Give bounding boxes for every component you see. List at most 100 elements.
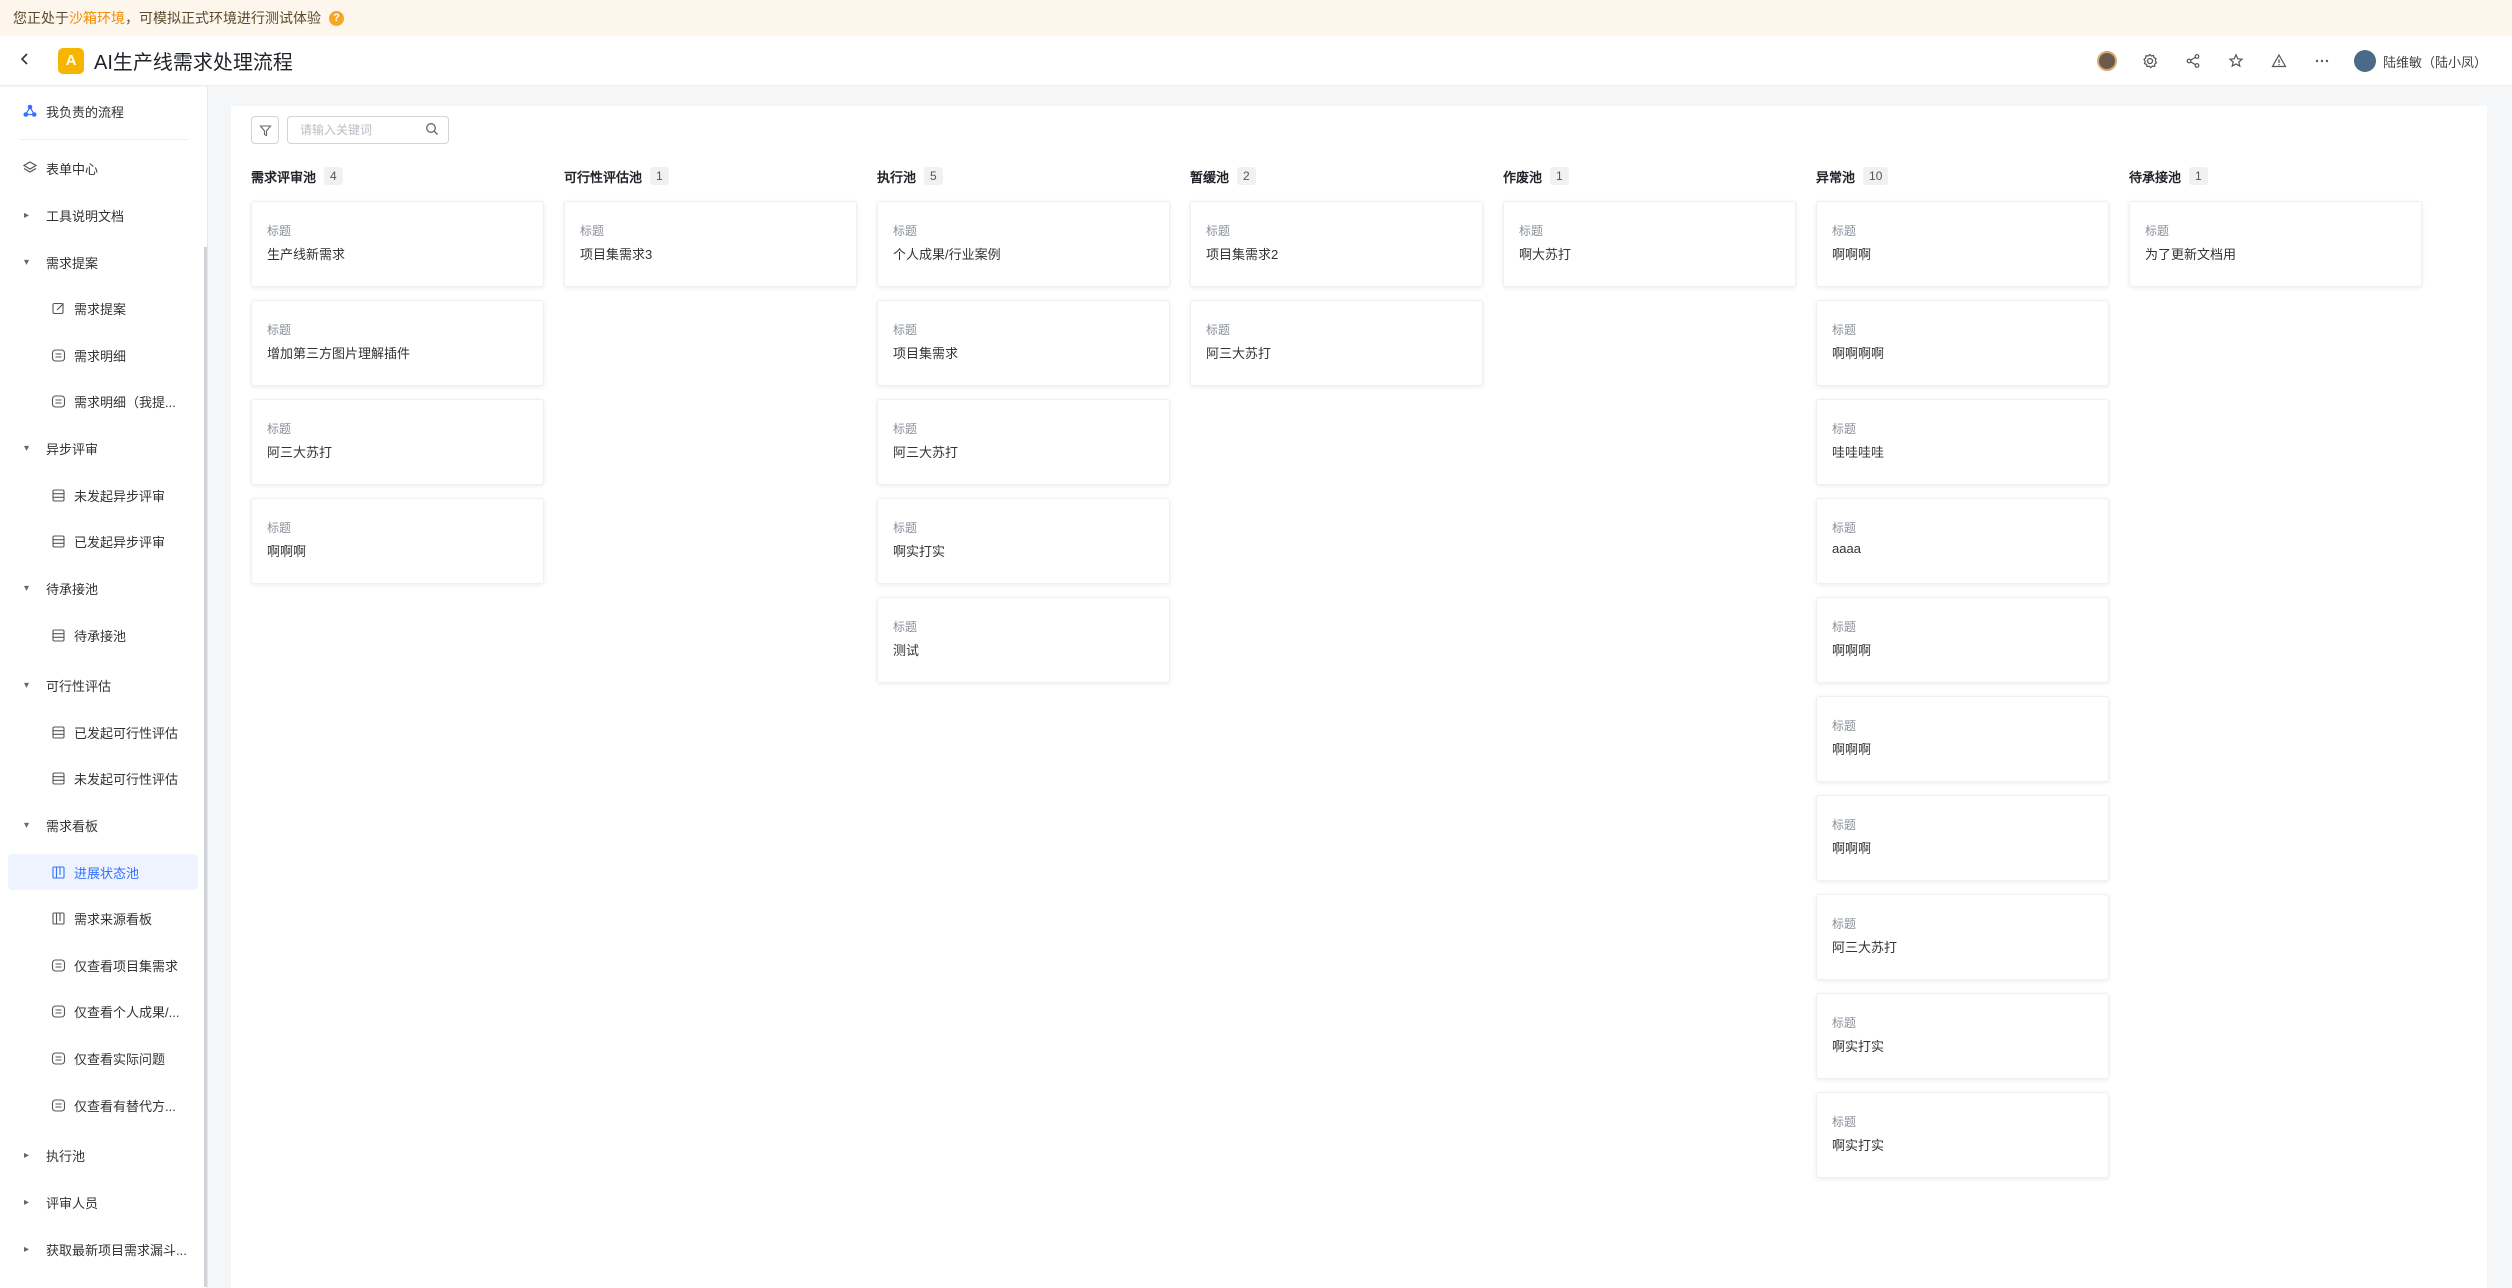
avatar-icon[interactable] — [2086, 51, 2129, 71]
gear-icon[interactable] — [2129, 53, 2172, 69]
caret-right-icon[interactable]: ▸ — [24, 1244, 36, 1255]
kanban-card[interactable]: 标题 项目集需求 — [877, 300, 1170, 386]
card-field-label: 标题 — [580, 224, 605, 238]
sidebar-group-item[interactable]: ▾ 异步评审 — [0, 430, 207, 466]
column-count-badge: 1 — [650, 167, 669, 185]
kanban-card[interactable]: 标题 aaaa — [1816, 498, 2109, 584]
sidebar-item[interactable]: 需求来源看板 — [0, 900, 207, 936]
kanban-card[interactable]: 标题 啊实打实 — [1816, 993, 2109, 1079]
caret-right-icon[interactable]: ▸ — [24, 1197, 36, 1208]
kanban-card[interactable]: 标题 项目集需求3 — [564, 201, 857, 287]
sidebar-item[interactable]: 需求明细（我提... — [0, 383, 207, 419]
sidebar-item-label: 需求明细 — [74, 348, 127, 364]
sidebar-item-form-center[interactable]: 表单中心 — [0, 150, 207, 186]
kanban-card[interactable]: 标题 啊啊啊 — [251, 498, 544, 584]
caret-down-icon[interactable]: ▾ — [24, 680, 36, 691]
search-icon[interactable] — [425, 122, 439, 139]
kanban-card[interactable]: 标题 啊啊啊啊 — [1816, 300, 2109, 386]
column-count-badge: 1 — [2189, 167, 2208, 185]
sidebar-group-item[interactable]: ▾ 需求看板 — [0, 807, 207, 843]
caret-down-icon[interactable]: ▾ — [24, 257, 36, 268]
card-title: 增加第三方图片理解插件 — [267, 346, 411, 361]
sidebar-item[interactable]: 仅查看个人成果/... — [0, 993, 207, 1029]
caret-down-icon[interactable]: ▾ — [24, 583, 36, 594]
column-header: 需求评审池 4 — [251, 166, 543, 186]
sidebar-item-active[interactable]: 进展状态池 — [8, 854, 198, 890]
sidebar-scrollbar[interactable] — [204, 247, 207, 1287]
more-icon[interactable] — [2301, 53, 2344, 69]
card-field-label: 标题 — [1832, 620, 1857, 634]
sidebar-group-item[interactable]: ▾ 待承接池 — [0, 570, 207, 606]
sidebar-group-item[interactable]: ▾ 需求提案 — [0, 244, 207, 280]
sidebar-item[interactable]: 未发起异步评审 — [0, 477, 207, 513]
card-field-label: 标题 — [267, 521, 292, 535]
card-field-label: 标题 — [893, 224, 918, 238]
chevron-left-icon[interactable] — [18, 49, 48, 72]
sidebar-item[interactable]: 需求提案 — [0, 290, 207, 326]
sidebar-item-label: 仅查看项目集需求 — [74, 958, 179, 974]
share-icon[interactable] — [2172, 53, 2215, 69]
kanban-card[interactable]: 标题 啊啊啊 — [1816, 696, 2109, 782]
sidebar-item-label: 需求提案 — [74, 301, 127, 317]
kanban-card[interactable]: 标题 阿三大苏打 — [251, 399, 544, 485]
column-header: 待承接池 1 — [2129, 166, 2421, 186]
caret-right-icon[interactable]: ▸ — [24, 1150, 36, 1161]
star-icon[interactable] — [2215, 53, 2258, 69]
sidebar-item-label: 需求提案 — [46, 255, 99, 271]
sidebar-item-label: 进展状态池 — [74, 865, 140, 881]
sidebar-group-item[interactable]: ▾ 可行性评估 — [0, 667, 207, 703]
kanban-card[interactable]: 标题 啊啊啊 — [1816, 201, 2109, 287]
list-icon — [50, 1050, 66, 1066]
sidebar-item[interactable]: 仅查看项目集需求 — [0, 947, 207, 983]
sidebar-item[interactable]: 待承接池 — [0, 617, 207, 653]
sidebar-item[interactable]: 仅查看实际问题 — [0, 1040, 207, 1076]
column-title: 异常池 — [1816, 169, 1856, 185]
sidebar-group-item[interactable]: ▸ 获取最新项目需求漏斗... — [0, 1231, 207, 1267]
kanban-card[interactable]: 标题 项目集需求2 — [1190, 201, 1483, 287]
kanban-card[interactable]: 标题 阿三大苏打 — [1190, 300, 1483, 386]
kanban-card[interactable]: 标题 增加第三方图片理解插件 — [251, 300, 544, 386]
card-title: 测试 — [893, 643, 920, 658]
kanban-card[interactable]: 标题 阿三大苏打 — [877, 399, 1170, 485]
sidebar-item[interactable]: 已发起可行性评估 — [0, 714, 207, 750]
card-title: 啊啊啊 — [1832, 841, 1872, 856]
page-title: AI生产线需求处理流程 — [94, 52, 293, 74]
kanban-card[interactable]: 标题 为了更新文档用 — [2129, 201, 2422, 287]
kanban-card[interactable]: 标题 个人成果/行业案例 — [877, 201, 1170, 287]
sidebar-item-my-flows[interactable]: 我负责的流程 — [0, 93, 207, 129]
caret-right-icon[interactable]: ▸ — [24, 210, 36, 221]
card-title: 啊啊啊啊 — [1832, 346, 1885, 361]
sidebar-item[interactable]: 需求明细 — [0, 337, 207, 373]
sidebar-group-item[interactable]: ▸ 执行池 — [0, 1137, 207, 1173]
kanban-card[interactable]: 标题 啊实打实 — [877, 498, 1170, 584]
card-title: 啊啊啊 — [1832, 742, 1872, 757]
help-icon[interactable]: ? — [329, 10, 344, 26]
caret-down-icon[interactable]: ▾ — [24, 820, 36, 831]
sidebar-group-item[interactable]: ▸ 工具说明文档 — [0, 197, 207, 233]
warning-icon[interactable] — [2258, 53, 2301, 69]
card-field-label: 标题 — [1832, 323, 1857, 337]
sidebar-item[interactable]: 已发起异步评审 — [0, 523, 207, 559]
board-column: 暂缓池 2 标题 项目集需求2 标题 阿三大苏打 — [1190, 166, 1483, 399]
user-name: 陆维敏（陆小凤） — [2382, 54, 2487, 70]
kanban-card[interactable]: 标题 测试 — [877, 597, 1170, 683]
kanban-card[interactable]: 标题 啊啊啊 — [1816, 597, 2109, 683]
app-logo: A — [58, 47, 84, 74]
sidebar-item[interactable]: 未发起可行性评估 — [0, 760, 207, 796]
kanban-card[interactable]: 标题 哇哇哇哇 — [1816, 399, 2109, 485]
kanban-card[interactable]: 标题 啊大苏打 — [1503, 201, 1796, 287]
user-menu[interactable]: 陆维敏（陆小凤） — [2353, 50, 2487, 72]
kanban-card[interactable]: 标题 啊啊啊 — [1816, 795, 2109, 881]
filter-button[interactable] — [251, 116, 279, 144]
sidebar-item[interactable]: 仅查看有替代方... — [0, 1087, 207, 1123]
card-title: 阿三大苏打 — [1206, 346, 1272, 361]
search-input[interactable] — [300, 123, 420, 137]
kanban-card[interactable]: 标题 阿三大苏打 — [1816, 894, 2109, 980]
caret-down-icon[interactable]: ▾ — [24, 443, 36, 454]
kanban-card[interactable]: 标题 啊实打实 — [1816, 1092, 2109, 1178]
card-title: 啊啊啊 — [1832, 247, 1872, 262]
sidebar-group-item[interactable]: ▸ 评审人员 — [0, 1184, 207, 1220]
kanban-card[interactable]: 标题 生产线新需求 — [251, 201, 544, 287]
card-field-label: 标题 — [1832, 422, 1857, 436]
flow-icon — [22, 103, 38, 119]
